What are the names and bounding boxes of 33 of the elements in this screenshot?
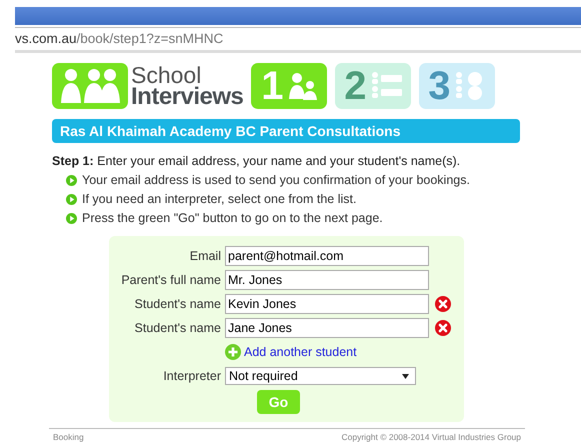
bullet-text: If you need an interpreter, select one from the list. [82, 192, 356, 206]
step-badge: 3 [419, 63, 496, 109]
step-badge: 1 [251, 63, 328, 109]
student-field[interactable]: Kevin Jones [225, 294, 429, 314]
logo-text: School [131, 64, 202, 86]
add-student-link[interactable]: Add another student [244, 345, 357, 359]
interpreter-dropdown[interactable]: Not required [225, 367, 416, 385]
intro-text: Step 1: Enter your email address, your name and your student's name(s). [52, 154, 462, 168]
field-label: Parent's full name [120, 273, 221, 287]
student-field[interactable]: Jane Jones [225, 318, 429, 338]
remove-icon[interactable] [435, 296, 451, 312]
dropdown-icon [402, 374, 409, 378]
play-icon [66, 194, 77, 204]
field-label: Email [188, 249, 221, 263]
people-icon [288, 71, 318, 101]
email-field[interactable]: parent@hotmail.com [225, 246, 429, 266]
remove-icon[interactable] [435, 320, 451, 336]
field-label: Student's name [134, 297, 221, 311]
name-field[interactable]: Mr. Jones [225, 270, 429, 290]
people-icon [52, 63, 128, 109]
step-badge: 2 [335, 63, 412, 109]
field-label: Student's name [134, 321, 221, 335]
list-icon [370, 71, 403, 101]
field-label: Interpreter [162, 369, 221, 383]
footer-text: Booking [53, 432, 84, 442]
logo-text: Interviews [131, 84, 244, 108]
bullet-text: Press the green "Go" button to go on to the next page. [82, 211, 383, 225]
play-icon [66, 174, 77, 186]
bullet-text: Your email address is used to send you confirmation of your bookings. [82, 173, 470, 187]
banner: Ras Al Khaimah Academy BC Parent Consultations [52, 119, 520, 143]
address-bar[interactable]: vs.com.au/book/step1?z=snMHNC [15, 27, 581, 53]
copyright-text: Copyright © 2008-2014 Virtual Industries Group [341, 432, 521, 442]
play-icon [66, 212, 77, 224]
